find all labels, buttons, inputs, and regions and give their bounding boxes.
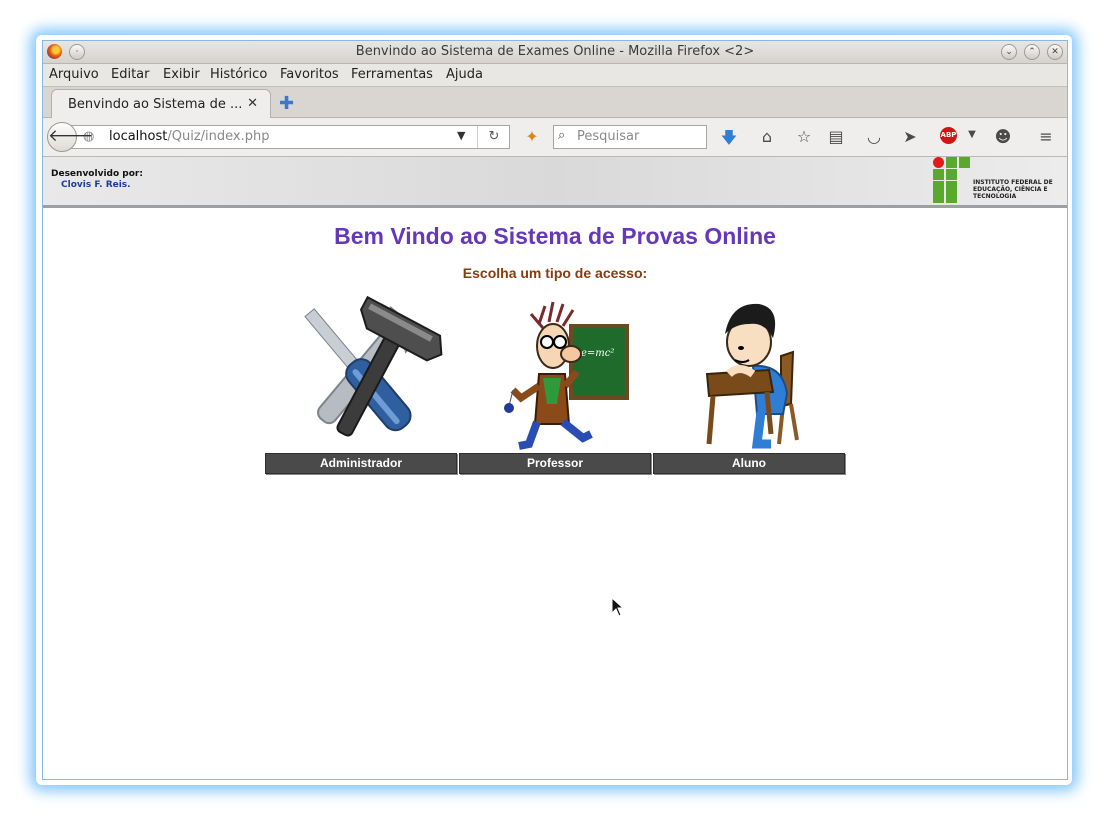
logo-dot <box>933 157 944 168</box>
tab-strip: Benvindo ao Sistema de ... ✕ ✚ <box>43 87 1067 118</box>
back-arrow-icon: 🡐 <box>48 126 94 146</box>
logo-text: INSTITUTO FEDERAL DE EDUCAÇÃO, CIÊNCIA E … <box>973 179 1053 200</box>
reload-icon[interactable]: ↻ <box>477 126 510 148</box>
maximize-icon[interactable]: ⌃ <box>1024 44 1040 60</box>
svg-text:e=mc²: e=mc² <box>581 348 614 359</box>
search-placeholder: Pesquisar <box>577 129 640 144</box>
bookmarks-list-icon[interactable]: ▤ <box>825 127 847 146</box>
page-banner: Desenvolvido por: Clovis F. Reis. INSTIT… <box>43 157 1067 208</box>
card-administrador: Administrador <box>265 294 457 474</box>
url-host: localhost <box>109 129 168 144</box>
institute-logo <box>933 157 973 203</box>
menu-item-arquivo[interactable]: Arquivo <box>49 67 99 82</box>
window-title: Benvindo ao Sistema de Exames Online - M… <box>355 44 755 59</box>
tab-label: Benvindo ao Sistema de ... <box>68 97 243 112</box>
browser-window: · Benvindo ao Sistema de Exames Online -… <box>42 40 1068 780</box>
menu-item-exibir[interactable]: Exibir <box>163 67 200 82</box>
menu-bar: Arquivo Editar Exibir Histórico Favorito… <box>43 64 1067 87</box>
home-icon[interactable]: ⌂ <box>756 127 778 146</box>
aluno-button[interactable]: Aluno <box>653 453 845 474</box>
author-name: Clovis F. Reis. <box>61 180 131 190</box>
abp-dropdown-icon[interactable]: ▼ <box>961 129 983 140</box>
page-subtitle: Escolha um tipo de acesso: <box>462 265 648 281</box>
card-professor: e=mc² Professor <box>459 294 651 474</box>
title-bar[interactable]: · Benvindo ao Sistema de Exames Online -… <box>43 41 1067 64</box>
search-icon: ⌕ <box>558 128 566 143</box>
new-tab-icon[interactable]: ✚ <box>279 93 294 114</box>
menu-item-historico[interactable]: Histórico <box>210 67 267 82</box>
url-path: /Quiz/index.php <box>167 129 270 144</box>
pocket-icon[interactable]: ◡ <box>863 127 885 146</box>
chat-icon[interactable]: ☻ <box>992 127 1014 146</box>
url-text[interactable]: localhost/Quiz/index.php <box>109 129 269 144</box>
developed-by-label: Desenvolvido por: <box>51 169 143 179</box>
page-title: Bem Vindo ao Sistema de Provas Online <box>334 223 776 249</box>
send-icon[interactable]: ➤ <box>899 127 921 146</box>
adblock-icon[interactable]: ABP <box>940 127 957 144</box>
back-button[interactable]: 🡐 <box>47 122 94 152</box>
administrador-button[interactable]: Administrador <box>265 453 457 474</box>
menu-item-ajuda[interactable]: Ajuda <box>446 67 483 82</box>
tools-icon <box>304 295 443 437</box>
professor-button[interactable]: Professor <box>459 453 651 474</box>
close-tab-icon[interactable]: ✕ <box>247 96 258 111</box>
downloads-icon[interactable]: 🡇 <box>718 127 740 154</box>
hamburger-menu-icon[interactable]: ≡ <box>1035 127 1057 146</box>
menu-item-ferramentas[interactable]: Ferramentas <box>351 67 433 82</box>
close-window-icon[interactable]: ✕ <box>1047 44 1063 60</box>
addon-icon[interactable]: ✦ <box>521 127 543 146</box>
professor-icon: e=mc² <box>504 301 629 450</box>
nav-bar: ◍ localhost/Quiz/index.php ▼ ↻ 🡐 ✦ ⌕ Pes… <box>43 118 1067 157</box>
menu-item-favoritos[interactable]: Favoritos <box>280 67 339 82</box>
minimize-icon[interactable]: ⌄ <box>1001 44 1017 60</box>
mouse-cursor-icon <box>611 597 625 617</box>
student-icon <box>705 303 799 449</box>
search-input[interactable]: ⌕ Pesquisar <box>553 125 707 149</box>
url-bar[interactable]: ◍ localhost/Quiz/index.php ▼ ↻ <box>71 125 510 149</box>
card-aluno: Aluno <box>653 294 845 474</box>
bookmark-star-icon[interactable]: ☆ <box>793 127 815 146</box>
url-dropdown-icon[interactable]: ▼ <box>457 129 465 142</box>
tab-active[interactable]: Benvindo ao Sistema de ... ✕ <box>51 89 271 118</box>
menu-item-editar[interactable]: Editar <box>111 67 150 82</box>
